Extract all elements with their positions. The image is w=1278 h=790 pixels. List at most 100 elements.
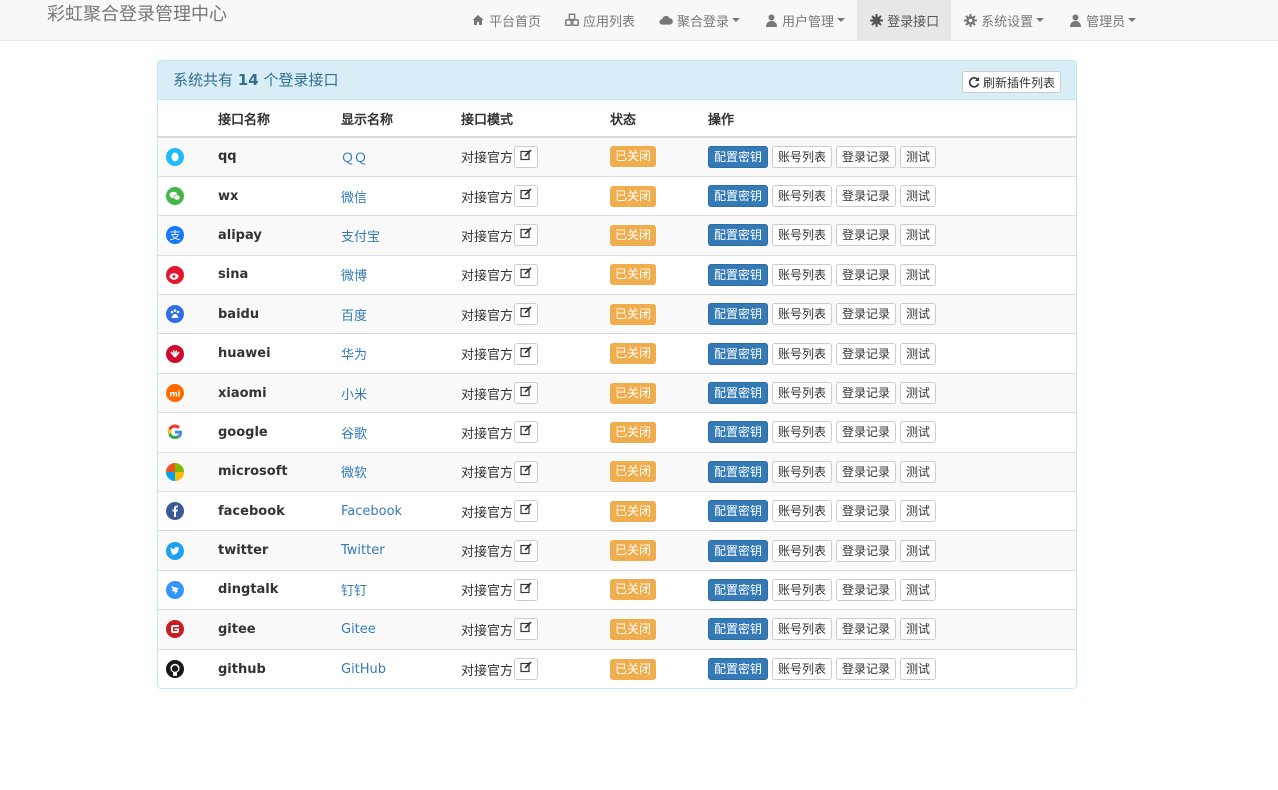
status-badge[interactable]: 已关闭 bbox=[610, 343, 657, 365]
config-key-button[interactable]: 配置密钥 bbox=[708, 342, 769, 365]
interface-name: twitter bbox=[218, 543, 269, 559]
test-button[interactable]: 测试 bbox=[900, 185, 937, 208]
status-badge[interactable]: 已关闭 bbox=[610, 658, 657, 680]
test-button[interactable]: 测试 bbox=[900, 658, 937, 681]
status-badge[interactable]: 已关闭 bbox=[610, 618, 657, 640]
login-log-button[interactable]: 登录记录 bbox=[836, 500, 897, 523]
config-key-button[interactable]: 配置密钥 bbox=[708, 618, 769, 641]
nav-item-2[interactable]: 聚合登录 bbox=[647, 0, 752, 40]
test-button[interactable]: 测试 bbox=[900, 578, 937, 601]
edit-mode-button[interactable] bbox=[514, 382, 539, 405]
edit-mode-button[interactable] bbox=[514, 421, 539, 444]
edit-mode-button[interactable] bbox=[514, 342, 539, 365]
nav-item-4[interactable]: 登录接口 bbox=[857, 0, 952, 40]
account-list-button[interactable]: 账号列表 bbox=[772, 224, 833, 247]
test-button[interactable]: 测试 bbox=[900, 539, 937, 562]
test-button[interactable]: 测试 bbox=[900, 460, 937, 483]
config-key-button[interactable]: 配置密钥 bbox=[708, 539, 769, 562]
status-badge[interactable]: 已关闭 bbox=[610, 264, 657, 286]
login-log-button[interactable]: 登录记录 bbox=[836, 618, 897, 641]
config-key-button[interactable]: 配置密钥 bbox=[708, 658, 769, 681]
account-list-button[interactable]: 账号列表 bbox=[772, 145, 833, 168]
account-list-button[interactable]: 账号列表 bbox=[772, 421, 833, 444]
test-button[interactable]: 测试 bbox=[900, 500, 937, 523]
edit-mode-button[interactable] bbox=[514, 145, 539, 168]
status-badge[interactable]: 已关闭 bbox=[610, 540, 657, 562]
test-button[interactable]: 测试 bbox=[900, 263, 937, 286]
edit-mode-button[interactable] bbox=[514, 303, 539, 326]
nav-item-label: 系统设置 bbox=[981, 14, 1034, 30]
test-button[interactable]: 测试 bbox=[900, 303, 937, 326]
edit-mode-button[interactable] bbox=[514, 539, 539, 562]
edit-mode-button[interactable] bbox=[514, 658, 539, 681]
brand-title[interactable]: 彩虹聚合登录管理中心 bbox=[47, 4, 227, 26]
table-row: qq ＱＱ 对接官方 已关闭 配置密钥 账号列表 登录记录 测试 bbox=[158, 136, 1076, 177]
edit-mode-button[interactable] bbox=[514, 263, 539, 286]
login-log-button[interactable]: 登录记录 bbox=[836, 303, 897, 326]
edit-icon bbox=[520, 149, 532, 165]
table-row: huawei 华为 对接官方 已关闭 配置密钥 账号列表 登录记录 测试 bbox=[158, 333, 1076, 374]
login-log-button[interactable]: 登录记录 bbox=[836, 578, 897, 601]
account-list-button[interactable]: 账号列表 bbox=[772, 263, 833, 286]
login-log-button[interactable]: 登录记录 bbox=[836, 342, 897, 365]
config-key-button[interactable]: 配置密钥 bbox=[708, 500, 769, 523]
account-list-button[interactable]: 账号列表 bbox=[772, 303, 833, 326]
account-list-button[interactable]: 账号列表 bbox=[772, 618, 833, 641]
config-key-button[interactable]: 配置密钥 bbox=[708, 578, 769, 601]
status-badge[interactable]: 已关闭 bbox=[610, 421, 657, 443]
nav-item-3[interactable]: 用户管理 bbox=[752, 0, 857, 40]
status-badge[interactable]: 已关闭 bbox=[610, 303, 657, 325]
login-log-button[interactable]: 登录记录 bbox=[836, 539, 897, 562]
test-button[interactable]: 测试 bbox=[900, 145, 937, 168]
config-key-button[interactable]: 配置密钥 bbox=[708, 303, 769, 326]
test-button[interactable]: 测试 bbox=[900, 224, 937, 247]
config-key-button[interactable]: 配置密钥 bbox=[708, 382, 769, 405]
account-list-button[interactable]: 账号列表 bbox=[772, 578, 833, 601]
edit-mode-button[interactable] bbox=[514, 500, 539, 523]
account-list-button[interactable]: 账号列表 bbox=[772, 342, 833, 365]
config-key-button[interactable]: 配置密钥 bbox=[708, 421, 769, 444]
status-badge[interactable]: 已关闭 bbox=[610, 500, 657, 522]
nav-item-0[interactable]: 平台首页 bbox=[459, 0, 553, 40]
login-log-button[interactable]: 登录记录 bbox=[836, 145, 897, 168]
status-badge[interactable]: 已关闭 bbox=[610, 382, 657, 404]
nav-item-1[interactable]: 应用列表 bbox=[553, 0, 647, 40]
account-list-button[interactable]: 账号列表 bbox=[772, 539, 833, 562]
status-badge[interactable]: 已关闭 bbox=[610, 579, 657, 601]
nav-item-6[interactable]: 管理员 bbox=[1056, 0, 1148, 40]
config-key-button[interactable]: 配置密钥 bbox=[708, 460, 769, 483]
status-badge[interactable]: 已关闭 bbox=[610, 461, 657, 483]
login-log-button[interactable]: 登录记录 bbox=[836, 382, 897, 405]
status-badge[interactable]: 已关闭 bbox=[610, 146, 657, 168]
login-log-button[interactable]: 登录记录 bbox=[836, 224, 897, 247]
test-button[interactable]: 测试 bbox=[900, 421, 937, 444]
account-list-button[interactable]: 账号列表 bbox=[772, 185, 833, 208]
edit-mode-button[interactable] bbox=[514, 224, 539, 247]
edit-mode-button[interactable] bbox=[514, 460, 539, 483]
nav-item-5[interactable]: 系统设置 bbox=[951, 0, 1056, 40]
cell-display-name: 钉钉 bbox=[341, 569, 461, 610]
status-badge[interactable]: 已关闭 bbox=[610, 185, 657, 207]
test-button[interactable]: 测试 bbox=[900, 382, 937, 405]
test-button[interactable]: 测试 bbox=[900, 618, 937, 641]
account-list-button[interactable]: 账号列表 bbox=[772, 382, 833, 405]
test-button[interactable]: 测试 bbox=[900, 342, 937, 365]
login-log-button[interactable]: 登录记录 bbox=[836, 460, 897, 483]
login-log-button[interactable]: 登录记录 bbox=[836, 421, 897, 444]
edit-mode-button[interactable] bbox=[514, 185, 539, 208]
login-log-button[interactable]: 登录记录 bbox=[836, 658, 897, 681]
config-key-button[interactable]: 配置密钥 bbox=[708, 263, 769, 286]
login-log-button[interactable]: 登录记录 bbox=[836, 263, 897, 286]
config-key-button[interactable]: 配置密钥 bbox=[708, 224, 769, 247]
edit-mode-button[interactable] bbox=[514, 618, 539, 641]
edit-mode-button[interactable] bbox=[514, 578, 539, 601]
config-key-button[interactable]: 配置密钥 bbox=[708, 185, 769, 208]
account-list-button[interactable]: 账号列表 bbox=[772, 460, 833, 483]
config-key-button[interactable]: 配置密钥 bbox=[708, 145, 769, 168]
login-log-button[interactable]: 登录记录 bbox=[836, 185, 897, 208]
account-list-button[interactable]: 账号列表 bbox=[772, 658, 833, 681]
puzzle-icon bbox=[869, 13, 883, 27]
status-badge[interactable]: 已关闭 bbox=[610, 224, 657, 246]
account-list-button[interactable]: 账号列表 bbox=[772, 500, 833, 523]
refresh-plugins-button[interactable]: 刷新插件列表 bbox=[961, 71, 1061, 93]
